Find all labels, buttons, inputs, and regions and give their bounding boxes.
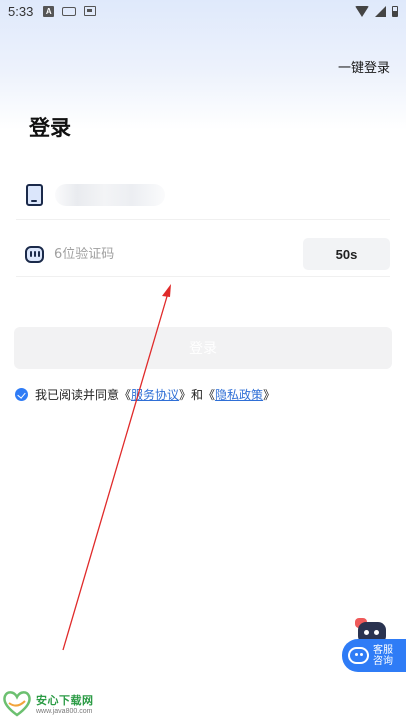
checkbox-checked-icon[interactable] (15, 388, 28, 401)
card-icon (84, 6, 97, 16)
watermark: 安心下载网 www.java800.com (2, 689, 94, 717)
a-icon: A (43, 5, 55, 17)
agreement-suffix: 》 (263, 388, 276, 402)
page-title: 登录 (29, 116, 71, 140)
signal-icon (375, 5, 386, 17)
wechat-icon (348, 647, 369, 664)
phone-field[interactable] (16, 170, 390, 220)
wifi-icon (355, 5, 369, 17)
agreement-row: 我已阅读并同意《 服务协议 》和《 隐私政策 》 (15, 386, 275, 403)
service-agreement-link[interactable]: 服务协议 (131, 386, 179, 403)
privacy-policy-link[interactable]: 隐私政策 (215, 386, 263, 403)
customer-service-label: 客服咨询 (373, 644, 393, 667)
message-icon (25, 245, 44, 263)
watermark-url: www.java800.com (36, 707, 93, 715)
agreement-prefix: 我已阅读并同意《 (35, 388, 132, 402)
status-bar: 5:33 A (0, 0, 406, 22)
watermark-logo-icon (3, 691, 31, 717)
one-key-login-link[interactable]: 一键登录 (338, 57, 390, 76)
battery-icon (392, 5, 398, 17)
status-time: 5:33 (8, 3, 34, 19)
phone-icon (26, 183, 43, 206)
keyboard-icon (62, 6, 77, 16)
agreement-middle: 》和《 (179, 388, 216, 402)
login-button[interactable]: 登录 (14, 327, 392, 369)
resend-code-countdown-button[interactable]: 50s (303, 238, 390, 270)
phone-number-redacted[interactable] (55, 183, 165, 206)
customer-service-button[interactable]: 客服咨询 (340, 616, 406, 672)
verification-code-field[interactable]: 50s (16, 232, 390, 277)
verification-code-input[interactable] (54, 246, 254, 262)
watermark-title: 安心下载网 (36, 693, 94, 707)
